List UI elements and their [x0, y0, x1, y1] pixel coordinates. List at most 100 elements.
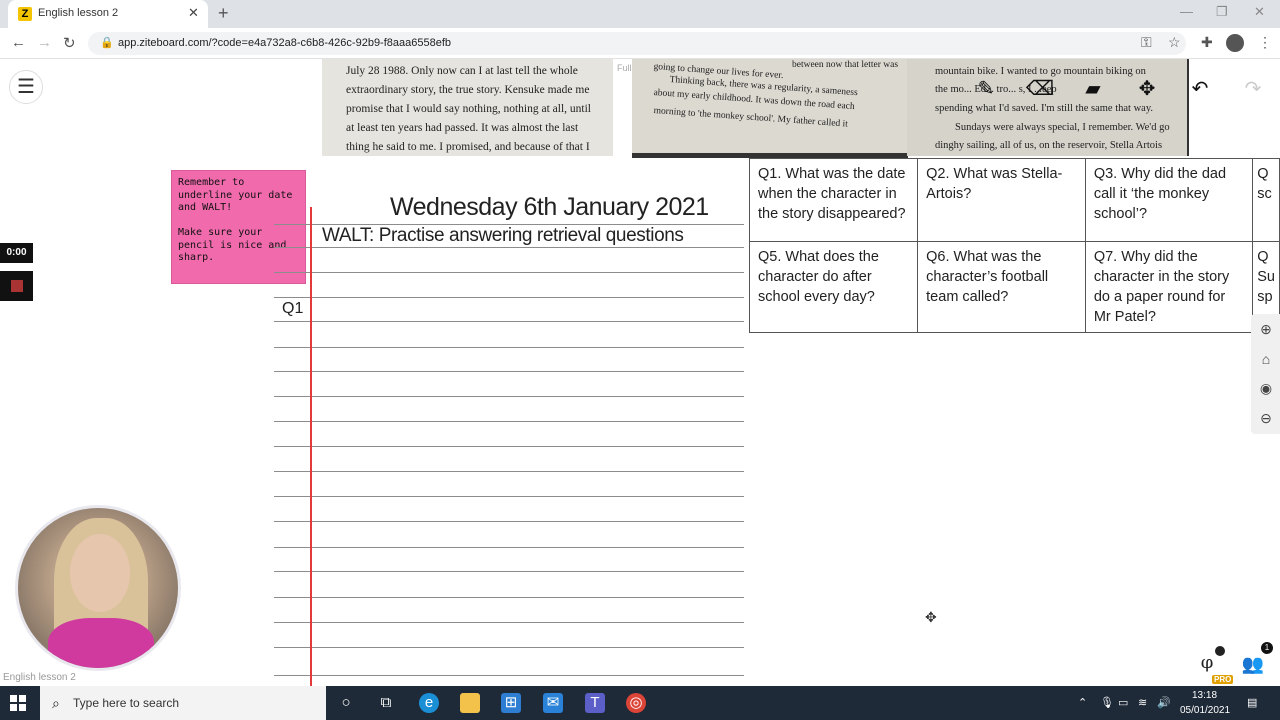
users-icon[interactable]: 👥: [1240, 651, 1266, 677]
task-view-icon[interactable]: ⧉: [376, 693, 396, 713]
extension-icon[interactable]: ✚: [1201, 34, 1213, 51]
window-close-icon[interactable]: ✕: [1254, 4, 1265, 20]
paper-line: [274, 622, 744, 623]
teams-icon[interactable]: T: [585, 693, 605, 713]
pencil-icon[interactable]: ✎: [968, 73, 1004, 105]
battery-icon[interactable]: ▭: [1118, 696, 1128, 709]
question-cell: Q sc: [1252, 158, 1280, 242]
sticky-note-icon[interactable]: ▰: [1075, 73, 1111, 105]
whiteboard-canvas[interactable]: ☰ July 28 1988. Only now can I at last t…: [0, 59, 1280, 686]
notifications-icon[interactable]: ▤: [1247, 696, 1257, 709]
microphone-icon[interactable]: 🎙: [1100, 696, 1114, 709]
walt-heading: WALT: Practise answering retrieval quest…: [322, 225, 684, 246]
ziteboard-favicon-icon: Z: [18, 7, 32, 21]
record-button[interactable]: [0, 271, 33, 301]
browser-tab[interactable]: Z English lesson 2 ✕: [8, 0, 208, 28]
url-text: app.ziteboard.com/?code=e4a732a8-c6b8-42…: [118, 37, 452, 49]
paper-line: [274, 647, 744, 648]
notification-dot: [1215, 646, 1225, 656]
minimize-icon[interactable]: —: [1180, 4, 1193, 19]
redo-icon[interactable]: ↷: [1235, 73, 1271, 105]
tray-chevron-icon[interactable]: ⌃: [1078, 696, 1087, 709]
video-face: [70, 534, 130, 612]
new-tab-icon[interactable]: +: [218, 3, 229, 24]
question-cell: Q6. What was the character’s football te…: [917, 241, 1086, 333]
paper-line: [274, 371, 744, 372]
file-explorer-icon[interactable]: [460, 693, 480, 713]
edge-icon[interactable]: e: [419, 693, 439, 713]
q1-label: Q1: [282, 300, 304, 317]
profile-icon[interactable]: [1226, 34, 1244, 52]
maximize-icon[interactable]: ❐: [1216, 4, 1228, 20]
move-cursor-icon: ✥: [925, 609, 937, 625]
browser-address-bar: ← → ↻ 🔒 app.ziteboard.com/?code=e4a732a8…: [0, 28, 1280, 59]
paper-margin-line: [310, 207, 312, 686]
clock-time[interactable]: 13:18: [1192, 690, 1217, 701]
paper-line: [274, 547, 744, 548]
forward-icon[interactable]: →: [37, 34, 52, 51]
undo-icon[interactable]: ↶: [1182, 73, 1218, 105]
browser-tab-bar: Z English lesson 2 ✕ + — ❐ ✕: [0, 0, 1280, 28]
book-line: between now that letter was: [792, 60, 899, 70]
video-body: [48, 618, 154, 668]
taskbar-search[interactable]: ⌕ Type here to search: [40, 686, 326, 720]
tab-close-icon[interactable]: ✕: [188, 5, 199, 21]
book-line: dinghy sailing, all of us, on the reserv…: [935, 140, 1163, 151]
move-icon[interactable]: ✥: [1129, 73, 1165, 105]
paper-line: [274, 471, 744, 472]
paper-line: [274, 396, 744, 397]
paper-line: [274, 421, 744, 422]
webcam-video[interactable]: [15, 505, 181, 671]
recording-timer: 0:00: [0, 243, 33, 263]
paper-line: [274, 247, 744, 248]
search-icon: ⌕: [52, 695, 60, 711]
reload-icon[interactable]: ↻: [63, 34, 76, 52]
url-field[interactable]: 🔒 app.ziteboard.com/?code=e4a732a8-c6b8-…: [88, 32, 1186, 55]
volume-icon[interactable]: 🔊: [1157, 696, 1171, 709]
cortana-icon[interactable]: ○: [336, 693, 356, 713]
windows-taskbar: ⌕ Type here to search ○ ⧉ e ⊞ ✉ T ◎ ⌃ 🎙 …: [0, 686, 1280, 720]
zoom-toolbar: ⊕ ⌂ ◉ ⊖: [1251, 314, 1280, 434]
chrome-icon[interactable]: ◎: [626, 693, 646, 713]
clock-date[interactable]: 05/01/2021: [1180, 705, 1230, 716]
paper-line: [274, 597, 744, 598]
zoom-in-icon[interactable]: ⊕: [1257, 320, 1275, 338]
hamburger-menu-icon[interactable]: ☰: [9, 70, 43, 104]
search-placeholder: Type here to search: [73, 696, 180, 710]
paper-line: [274, 347, 744, 348]
date-title: Wednesday 6th January 2021: [390, 193, 709, 221]
question-cell: Q5. What does the character do after sch…: [748, 241, 919, 333]
paper-line: [274, 321, 744, 322]
home-icon[interactable]: ⌂: [1257, 350, 1275, 368]
lined-paper: [274, 59, 744, 686]
paper-line: [274, 272, 744, 273]
paper-line: [274, 297, 744, 298]
stop-icon: [11, 280, 23, 292]
zoom-out-icon[interactable]: ⊖: [1257, 409, 1275, 427]
kebab-icon[interactable]: ⋮: [1258, 34, 1272, 51]
mail-icon[interactable]: ✉: [543, 693, 563, 713]
phi-button[interactable]: φ: [1195, 651, 1219, 675]
wifi-icon[interactable]: ≋: [1138, 696, 1147, 709]
tab-title: English lesson 2: [38, 7, 119, 19]
video-label: English lesson 2: [3, 672, 76, 683]
lock-icon: 🔒: [100, 37, 114, 49]
users-count-badge: 1: [1261, 642, 1273, 654]
eraser-icon[interactable]: ⌫: [1022, 73, 1058, 105]
questions-table: Q1. What was the date when the character…: [748, 158, 1280, 333]
paper-line: [274, 496, 744, 497]
windows-start-icon[interactable]: [10, 695, 26, 711]
paper-line: [274, 446, 744, 447]
key-icon[interactable]: ⚿: [1141, 34, 1152, 51]
center-icon[interactable]: ◉: [1257, 379, 1275, 397]
back-icon[interactable]: ←: [11, 34, 26, 51]
pro-badge: PRO: [1212, 675, 1234, 684]
paper-line: [274, 675, 744, 676]
table-row: Q1. What was the date when the character…: [748, 158, 1280, 242]
store-icon[interactable]: ⊞: [501, 693, 521, 713]
table-row: Q5. What does the character do after sch…: [748, 241, 1280, 333]
paper-line: [274, 571, 744, 572]
paper-line: [274, 521, 744, 522]
star-icon[interactable]: ☆: [1168, 34, 1181, 51]
question-cell: Q1. What was the date when the character…: [748, 158, 919, 242]
